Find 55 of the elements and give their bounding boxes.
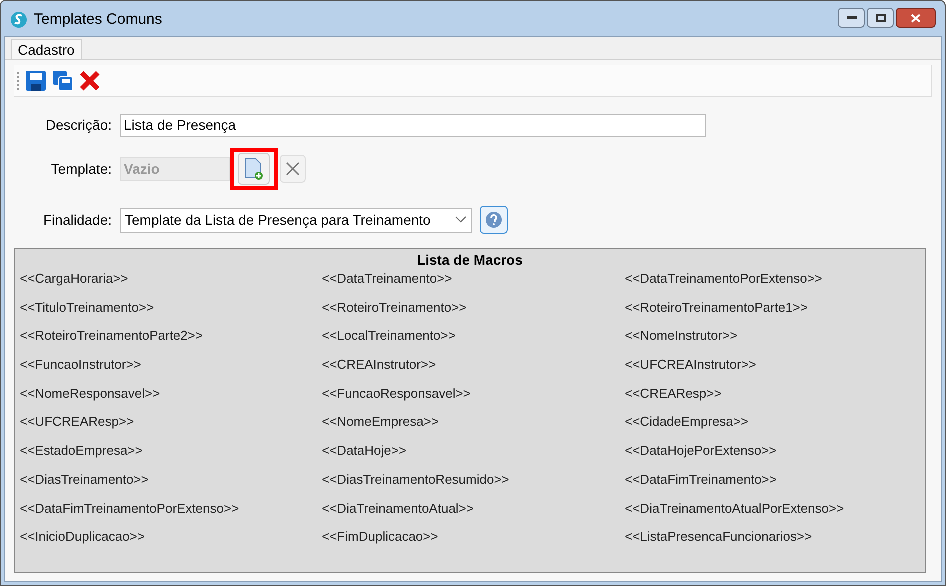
- macro-name: <<CREAResp>>: [625, 384, 722, 403]
- macro-name: <<RoteiroTreinamento>>: [322, 298, 467, 317]
- field-label: Template:: [50, 160, 113, 179]
- chevron-down-icon: [455, 216, 467, 224]
- purpose-dropdown[interactable]: Template da Lista de Presença para Treinamento: [120, 208, 472, 232]
- tab[interactable]: Cadastro: [11, 39, 82, 59]
- field-label: Descrição:: [44, 116, 113, 135]
- macro-name: <<ListaPresencaFuncionarios>>: [625, 528, 812, 546]
- macro-name: <<DataHoje>>: [322, 442, 407, 460]
- macro-name: <<DiaTreinamentoAtualPorExtenso>>: [625, 500, 844, 518]
- macro-name: <<DiaTreinamentoAtual>>: [322, 500, 474, 518]
- macro-name: <<DataHojePorExtenso>>: [625, 442, 777, 460]
- macro-name: <<NomeInstrutor>>: [625, 327, 738, 346]
- macro-name: <<InicioDuplicacao>>: [20, 528, 146, 546]
- grip-icon: [17, 70, 20, 90]
- close-button[interactable]: [896, 8, 936, 28]
- macro-name: <<DiasTreinamentoResumido>>: [322, 470, 510, 489]
- minimize-button[interactable]: [838, 8, 865, 28]
- macro-name: <<DataFimTreinamentoPorExtenso>>: [20, 500, 240, 518]
- macro-name: <<RoteiroTreinamentoParte1>>: [625, 298, 808, 317]
- close-icon: [911, 14, 921, 22]
- macro-name: <<DataTreinamentoPorExtenso>>: [625, 270, 823, 288]
- help-button[interactable]: [480, 206, 508, 234]
- save-icon[interactable]: [25, 70, 47, 92]
- save-copy-icon[interactable]: [52, 70, 74, 92]
- macro-name: <<EstadoEmpresa>>: [20, 442, 143, 460]
- macro-name: <<UFCREAResp>>: [20, 413, 134, 432]
- add-file-icon: [244, 158, 264, 180]
- macro-name: <<DiasTreinamento>>: [20, 470, 149, 489]
- macro-name: <<UFCREAInstrutor>>: [625, 356, 756, 374]
- description-field[interactable]: Lista de Presença: [120, 114, 706, 136]
- macro-name: <<DataFimTreinamento>>: [625, 470, 777, 489]
- macro-name: <<NomeResponsavel>>: [20, 384, 160, 403]
- macro-name: <<FimDuplicacao>>: [322, 528, 438, 546]
- window-title: Templates Comuns: [34, 10, 162, 30]
- clear-button[interactable]: [280, 155, 306, 183]
- macro-name: <<LocalTreinamento>>: [322, 327, 456, 346]
- delete-icon[interactable]: [79, 70, 101, 92]
- macro-name: <<CidadeEmpresa>>: [625, 413, 749, 432]
- field-label: Finalidade:: [42, 210, 113, 230]
- macro-name: <<CREAInstrutor>>: [322, 356, 436, 374]
- macro-name: <<RoteiroTreinamentoParte2>>: [20, 327, 204, 346]
- minimize-icon: [846, 16, 856, 20]
- panel-title: Lista de Macros: [417, 252, 523, 268]
- help-icon: [485, 211, 503, 229]
- app-logo-icon: [10, 11, 28, 29]
- close-icon: [286, 162, 300, 176]
- macro-name: <<CargaHoraria>>: [20, 270, 128, 288]
- macro-name: <<TituloTreinamento>>: [20, 298, 154, 317]
- restore-button[interactable]: [867, 8, 894, 28]
- macro-name: <<FuncaoInstrutor>>: [20, 356, 142, 374]
- macro-name: <<FuncaoResponsavel>>: [322, 384, 471, 403]
- macro-name: <<DataTreinamento>>: [322, 270, 452, 288]
- macro-name: <<NomeEmpresa>>: [322, 413, 440, 432]
- restore-icon: [876, 14, 886, 22]
